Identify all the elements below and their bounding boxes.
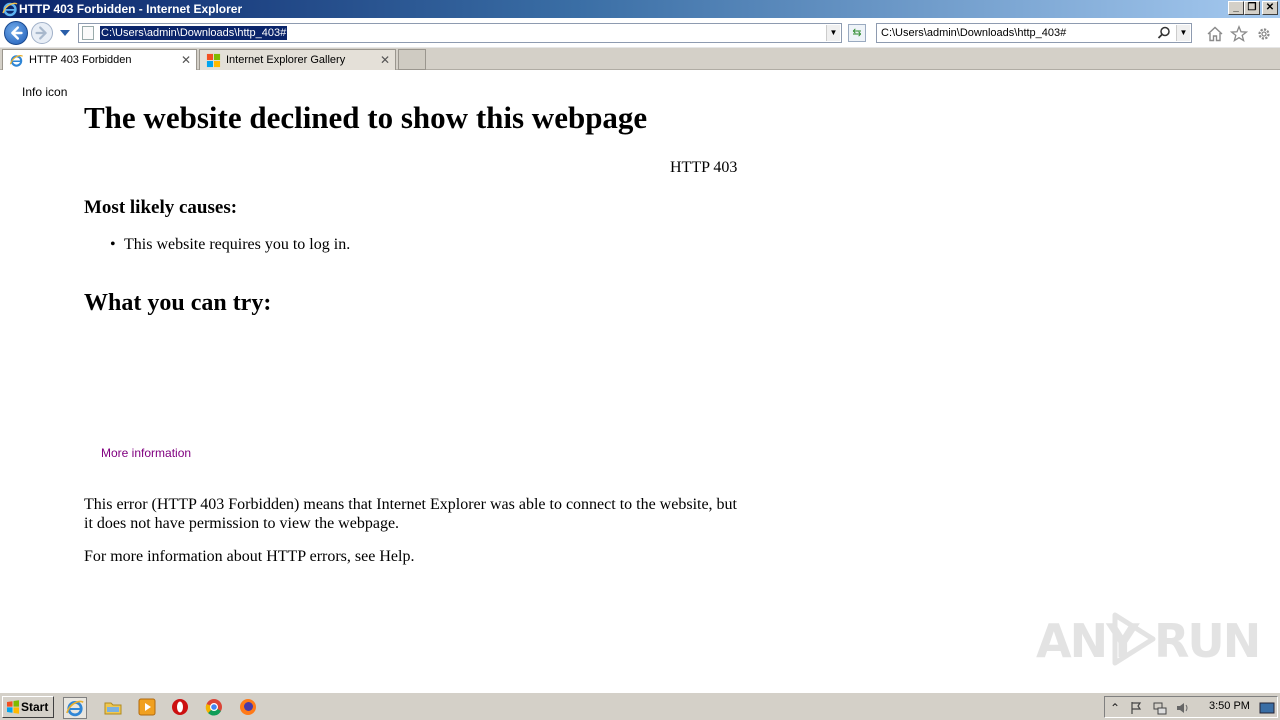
page-content: Info icon The website declined to show t… bbox=[0, 70, 1280, 692]
internet-explorer-icon bbox=[2, 2, 18, 17]
home-icon[interactable] bbox=[1206, 25, 1224, 43]
windows-logo-icon bbox=[7, 700, 19, 714]
compatibility-refresh-button[interactable]: ⇆ bbox=[848, 24, 866, 42]
taskbar-opera[interactable] bbox=[169, 697, 193, 719]
title-bar: HTTP 403 Forbidden - Internet Explorer _… bbox=[0, 0, 1280, 18]
back-button[interactable] bbox=[4, 21, 28, 45]
media-player-icon bbox=[138, 698, 156, 716]
new-tab-button[interactable] bbox=[398, 49, 426, 70]
close-window-button[interactable]: ✕ bbox=[1262, 1, 1278, 15]
opera-icon bbox=[172, 699, 188, 715]
internet-explorer-icon bbox=[9, 55, 24, 67]
forward-arrow-icon bbox=[35, 26, 47, 40]
tab-label: Internet Explorer Gallery bbox=[226, 54, 346, 66]
tab-internet-explorer-gallery[interactable]: Internet Explorer Gallery ✕ bbox=[199, 49, 396, 70]
volume-icon[interactable] bbox=[1175, 700, 1191, 716]
tab-http-403-forbidden[interactable]: HTTP 403 Forbidden ✕ bbox=[2, 49, 197, 70]
minimize-button[interactable]: _ bbox=[1228, 1, 1244, 15]
system-tray: ⌃ 3:50 PM bbox=[1104, 696, 1278, 718]
taskbar-internet-explorer[interactable] bbox=[63, 697, 87, 719]
address-input[interactable]: C:\Users\admin\Downloads\http_403# bbox=[100, 26, 288, 40]
try-heading: What you can try: bbox=[84, 290, 272, 316]
causes-list: • This website requires you to log in. bbox=[110, 236, 350, 254]
forward-button[interactable] bbox=[31, 22, 53, 44]
play-triangle-icon bbox=[1112, 612, 1156, 666]
close-tab-icon[interactable]: ✕ bbox=[181, 50, 191, 70]
http-status-code: HTTP 403 bbox=[670, 159, 738, 176]
start-button[interactable]: Start bbox=[2, 696, 54, 718]
start-label: Start bbox=[21, 700, 49, 714]
more-information-link[interactable]: More information bbox=[101, 446, 191, 460]
search-box[interactable]: C:\Users\admin\Downloads\http_403# ▼ bbox=[876, 23, 1192, 43]
cause-text: This website requires you to log in. bbox=[124, 236, 351, 253]
address-bar[interactable]: C:\Users\admin\Downloads\http_403# ▼ bbox=[78, 23, 842, 43]
action-center-flag-icon[interactable] bbox=[1129, 700, 1145, 716]
error-explanation: This error (HTTP 403 Forbidden) means th… bbox=[84, 496, 737, 532]
info-icon: Info icon bbox=[22, 85, 68, 99]
favorites-star-icon[interactable] bbox=[1230, 25, 1248, 43]
search-input[interactable]: C:\Users\admin\Downloads\http_403# bbox=[881, 27, 1066, 39]
restore-button[interactable]: ❐ bbox=[1244, 1, 1260, 15]
chrome-icon bbox=[205, 699, 222, 716]
recent-pages-dropdown-icon[interactable] bbox=[59, 28, 71, 38]
network-icon[interactable] bbox=[1152, 700, 1168, 716]
search-dropdown-button[interactable]: ▼ bbox=[1176, 25, 1190, 41]
window-title: HTTP 403 Forbidden - Internet Explorer bbox=[19, 2, 243, 16]
internet-explorer-icon bbox=[66, 700, 84, 717]
tab-strip: HTTP 403 Forbidden ✕ Internet Explorer G… bbox=[0, 48, 1280, 70]
address-dropdown-button[interactable]: ▼ bbox=[826, 25, 840, 41]
show-desktop-icon[interactable] bbox=[1259, 700, 1275, 716]
back-arrow-icon bbox=[11, 26, 23, 40]
watermark-text-right: RUN bbox=[1154, 614, 1261, 668]
gear-icon[interactable] bbox=[1255, 25, 1273, 43]
page-icon bbox=[82, 26, 94, 40]
tab-label: HTTP 403 Forbidden bbox=[29, 54, 132, 66]
folder-icon bbox=[104, 702, 122, 715]
page-title: The website declined to show this webpag… bbox=[84, 100, 648, 135]
search-icon[interactable] bbox=[1157, 26, 1171, 40]
close-tab-icon[interactable]: ✕ bbox=[380, 50, 390, 70]
taskbar-file-explorer[interactable] bbox=[102, 697, 126, 719]
browser-window: HTTP 403 Forbidden - Internet Explorer _… bbox=[0, 0, 1280, 720]
firefox-icon bbox=[240, 699, 256, 715]
help-text: For more information about HTTP errors, … bbox=[84, 548, 415, 565]
taskbar-firefox[interactable] bbox=[237, 697, 261, 719]
causes-heading: Most likely causes: bbox=[84, 197, 238, 218]
navigation-bar: C:\Users\admin\Downloads\http_403# ▼ ⇆ C… bbox=[0, 18, 1280, 48]
clock: 3:50 PM bbox=[1209, 700, 1250, 712]
show-hidden-icons-button[interactable]: ⌃ bbox=[1107, 700, 1123, 716]
anyrun-watermark: ANY RUN bbox=[1036, 608, 1261, 672]
microsoft-logo-icon bbox=[206, 53, 221, 68]
bullet: • bbox=[110, 236, 116, 253]
taskbar-chrome[interactable] bbox=[203, 697, 227, 719]
taskbar-media-player[interactable] bbox=[136, 697, 160, 719]
taskbar: Start ⌃ 3:50 PM bbox=[0, 692, 1280, 720]
list-item: • This website requires you to log in. bbox=[110, 236, 350, 254]
